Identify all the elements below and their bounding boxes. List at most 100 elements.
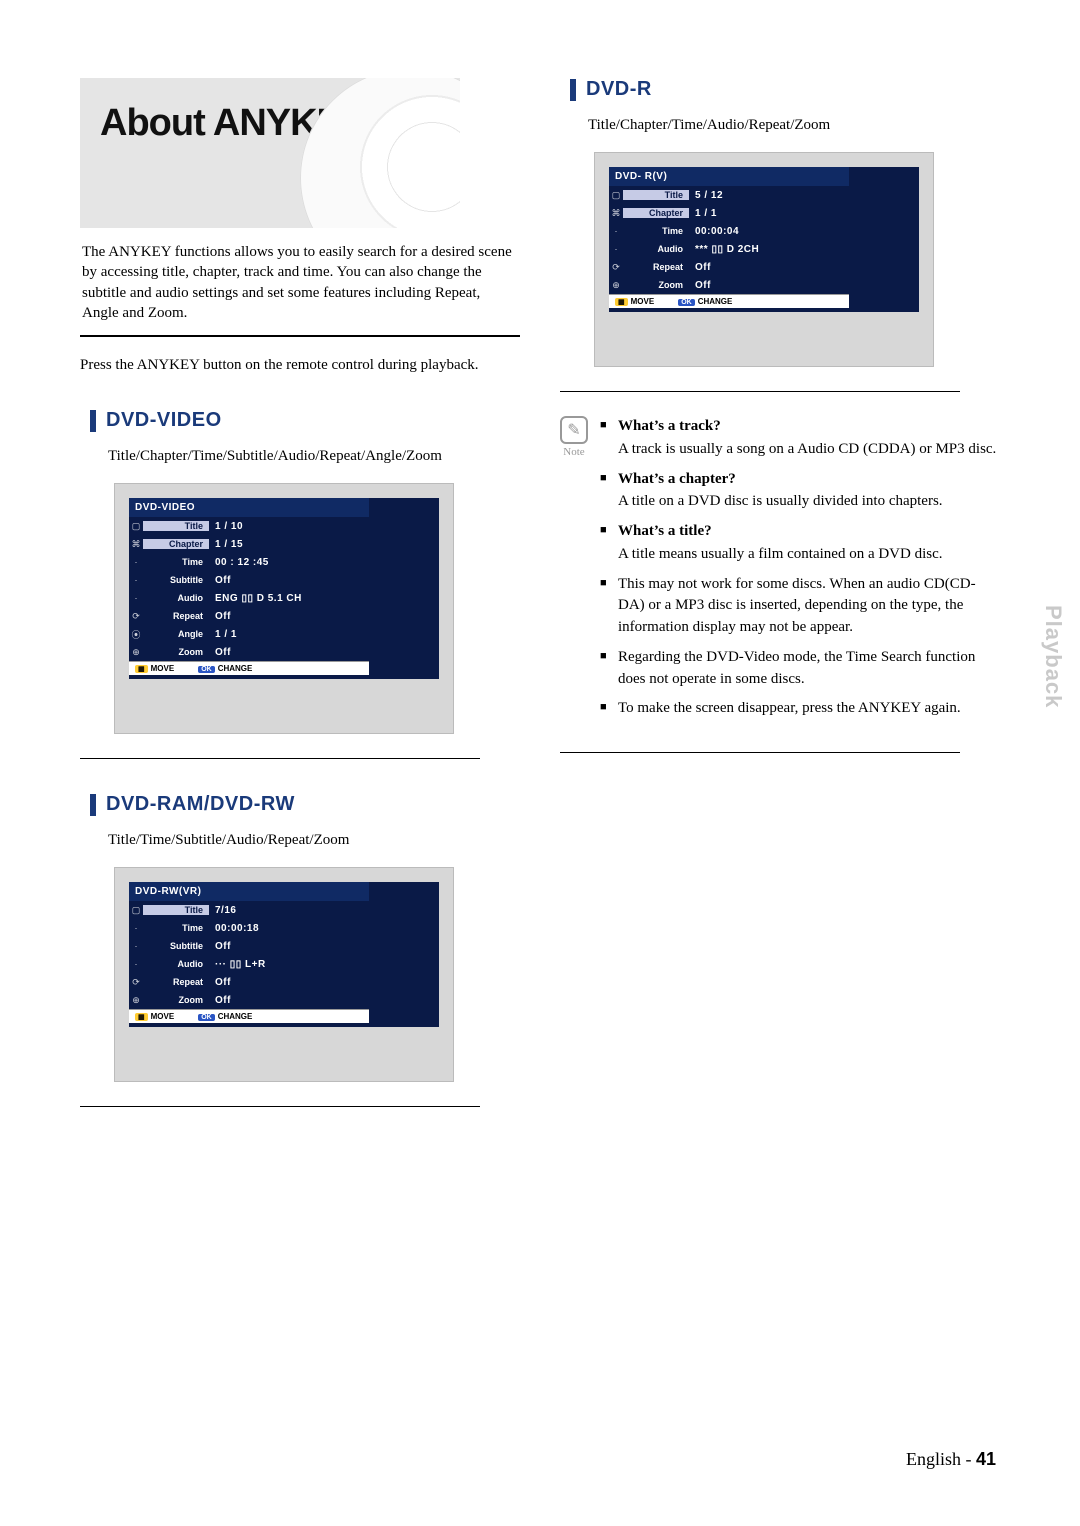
- osd-row-label: Time: [143, 557, 209, 567]
- osd-row-value: Off: [209, 575, 231, 586]
- osd-row-value: Off: [209, 995, 231, 1006]
- osd-row-label: Chapter: [623, 208, 689, 218]
- osd-row-value: Off: [689, 280, 711, 291]
- osd-row-icon: ·: [129, 557, 143, 567]
- note-answer: A title means usually a film contained o…: [618, 544, 1000, 566]
- osd-header: DVD-RW(VR): [129, 882, 369, 901]
- footer-page-number: 41: [976, 1449, 996, 1469]
- osd-row-icon: ▢: [129, 905, 143, 916]
- osd-row: ⌘Chapter1 / 1: [609, 204, 849, 222]
- section-title: DVD-VIDEO: [106, 409, 222, 432]
- osd-row-label: Zoom: [143, 995, 209, 1005]
- osd-row: ·Audio··· ▯▯ L+R: [129, 955, 369, 973]
- osd-row-icon: ·: [129, 941, 143, 951]
- osd-footer: ▦MOVE OKCHANGE: [609, 294, 849, 308]
- osd-row-label: Zoom: [143, 647, 209, 657]
- osd-change-hint: OKCHANGE: [678, 297, 732, 306]
- osd-row-icon: ⌘: [609, 208, 623, 219]
- osd-row-value: Off: [209, 977, 231, 988]
- hero-box: About ANYKEY: [80, 78, 460, 228]
- osd-row-icon: ▢: [609, 190, 623, 201]
- osd-move-hint: ▦MOVE: [615, 297, 654, 306]
- note-item: What’s a title?A title means usually a f…: [600, 521, 1000, 566]
- osd-row-value: 00 : 12 :45: [209, 557, 269, 568]
- osd-row-value: 1 / 1: [689, 208, 717, 219]
- osd-row: ⟳RepeatOff: [129, 973, 369, 991]
- osd-row-value: 1 / 1: [209, 629, 237, 640]
- side-tab-label: Playback: [1040, 605, 1066, 708]
- osd-dvd-ram-rw: DVD-RW(VR)▢Title7/16·Time00:00:18·Subtit…: [114, 867, 454, 1082]
- osd-row-label: Audio: [623, 244, 689, 254]
- osd-row-label: Subtitle: [143, 575, 209, 585]
- osd-row-value: *** ▯▯ D 2CH: [689, 244, 759, 255]
- accent-bar-icon: [90, 410, 96, 432]
- osd-row: ·Time00 : 12 :45: [129, 553, 369, 571]
- osd-row: ⟳RepeatOff: [129, 607, 369, 625]
- divider: [80, 335, 520, 337]
- osd-row-label: Audio: [143, 959, 209, 969]
- osd-move-hint: ▦MOVE: [135, 664, 174, 673]
- note-item: What’s a track? A track is usually a song…: [600, 416, 1000, 461]
- osd-row-label: Angle: [143, 629, 209, 639]
- left-column: About ANYKEY The ANYKEY functions allows…: [80, 78, 520, 1131]
- osd-row-icon: ⟳: [129, 977, 143, 988]
- osd-row-label: Title: [143, 905, 209, 915]
- osd-row-icon: ⟳: [609, 262, 623, 273]
- note-item: To make the screen disappear, press the …: [600, 698, 1000, 720]
- osd-row: ⟳RepeatOff: [609, 258, 849, 276]
- osd-row-icon: ·: [609, 244, 623, 254]
- note-question: What’s a chapter?: [618, 471, 736, 487]
- ok-icon: OK: [678, 299, 695, 306]
- section-heading-dvd-ram-rw: DVD-RAM/DVD-RW: [90, 793, 520, 816]
- osd-row-value: Off: [689, 262, 711, 273]
- osd-row-value: Off: [209, 647, 231, 658]
- press-instruction: Press the ANYKEY button on the remote co…: [80, 355, 520, 375]
- osd-move-hint: ▦MOVE: [135, 1012, 174, 1021]
- osd-row-label: Audio: [143, 593, 209, 603]
- osd-row-value: 00:00:04: [689, 226, 739, 237]
- osd-row-icon: ⊕: [129, 647, 143, 658]
- osd-row-icon: ▢: [129, 521, 143, 532]
- section-title: DVD-RAM/DVD-RW: [106, 793, 295, 816]
- osd-row: ▢Title1 / 10: [129, 517, 369, 535]
- osd-dvd-r: DVD- R(V)▢Title5 / 12⌘Chapter1 / 1·Time0…: [594, 152, 934, 367]
- osd-row-label: Repeat: [143, 611, 209, 621]
- osd-row: ⊕ZoomOff: [129, 643, 369, 661]
- osd-row: ·AudioENG ▯▯ D 5.1 CH: [129, 589, 369, 607]
- note-icon-wrap: ✎ Note: [560, 416, 588, 728]
- divider: [80, 758, 480, 759]
- divider: [80, 1106, 480, 1107]
- osd-row-icon: ·: [129, 959, 143, 969]
- osd-row-icon: ·: [129, 575, 143, 585]
- osd-row-icon: ⦿: [129, 628, 143, 641]
- osd-footer: ▦MOVEOKCHANGE: [129, 661, 369, 675]
- note-answer: A track is usually a song on a Audio CD …: [618, 439, 1000, 461]
- note-item: What’s a chapter?A title on a DVD disc i…: [600, 469, 1000, 514]
- osd-row: ·Time00:00:04: [609, 222, 849, 240]
- osd-row: ·SubtitleOff: [129, 937, 369, 955]
- note-item: This may not work for some discs. When a…: [600, 574, 1000, 639]
- osd-header: DVD- R(V): [609, 167, 849, 186]
- osd-row-value: 1 / 10: [209, 521, 243, 532]
- notes-list: What’s a track? A track is usually a song…: [600, 416, 1000, 728]
- osd-dvd-video: DVD-VIDEO▢Title1 / 10⌘Chapter1 / 15·Time…: [114, 483, 454, 734]
- osd-row-value: 5 / 12: [689, 190, 723, 201]
- osd-row-label: Repeat: [623, 262, 689, 272]
- osd-row-icon: ·: [129, 923, 143, 933]
- dpad-icon: ▦: [615, 298, 628, 306]
- osd-row: ·SubtitleOff: [129, 571, 369, 589]
- pencil-icon: ✎: [560, 416, 588, 444]
- osd-row-icon: ·: [609, 226, 623, 236]
- dpad-icon: ▦: [135, 1013, 148, 1021]
- right-column: DVD-R Title/Chapter/Time/Audio/Repeat/Zo…: [560, 78, 1000, 1131]
- osd-row: ⊕ZoomOff: [129, 991, 369, 1009]
- osd-row: ·Time00:00:18: [129, 919, 369, 937]
- accent-bar-icon: [90, 794, 96, 816]
- ok-icon: OK: [198, 666, 215, 673]
- osd-row-value: ··· ▯▯ L+R: [209, 959, 266, 970]
- note-question: What’s a track?: [618, 418, 721, 434]
- section-subline: Title/Chapter/Time/Subtitle/Audio/Repeat…: [108, 448, 520, 465]
- osd-row: ⊕ZoomOff: [609, 276, 849, 294]
- osd-row-label: Zoom: [623, 280, 689, 290]
- osd-row: ·Audio*** ▯▯ D 2CH: [609, 240, 849, 258]
